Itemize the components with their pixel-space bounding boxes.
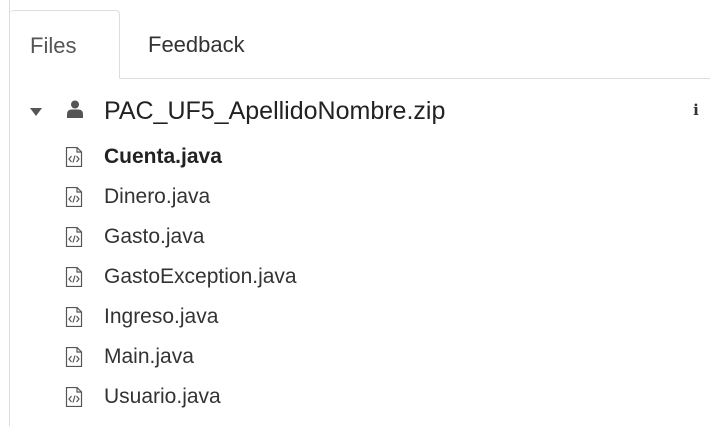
file-item-cuenta[interactable]: Cuenta.java	[0, 138, 710, 178]
tab-bar: Files Feedback	[10, 10, 710, 79]
code-file-icon	[65, 187, 83, 207]
file-item-ingreso[interactable]: Ingreso.java	[0, 298, 710, 338]
caret-down-icon[interactable]	[30, 108, 42, 116]
code-file-icon	[65, 387, 83, 407]
file-label[interactable]: Main.java	[104, 340, 194, 374]
file-tree: PAC_UF5_ApellidoNombre.zip i Cuenta.java…	[0, 78, 710, 426]
file-item-main[interactable]: Main.java	[0, 338, 710, 378]
tab-files[interactable]: Files	[10, 10, 120, 79]
file-label[interactable]: Cuenta.java	[104, 140, 222, 174]
code-file-icon	[65, 147, 83, 167]
file-label[interactable]: Dinero.java	[104, 180, 210, 214]
tree-root-row[interactable]: PAC_UF5_ApellidoNombre.zip i	[0, 92, 710, 132]
file-label[interactable]: Gasto.java	[104, 220, 204, 254]
file-item-gastoexception[interactable]: GastoException.java	[0, 258, 710, 298]
code-file-icon	[65, 347, 83, 367]
file-label[interactable]: Ingreso.java	[104, 300, 218, 334]
file-item-gasto[interactable]: Gasto.java	[0, 218, 710, 258]
file-item-usuario[interactable]: Usuario.java	[0, 378, 710, 418]
tree-root-label[interactable]: PAC_UF5_ApellidoNombre.zip	[104, 94, 445, 128]
file-label[interactable]: Usuario.java	[104, 380, 221, 414]
info-icon[interactable]: i	[689, 98, 703, 122]
code-file-icon	[65, 227, 83, 247]
file-item-dinero[interactable]: Dinero.java	[0, 178, 710, 218]
code-file-icon	[65, 307, 83, 327]
file-label[interactable]: GastoException.java	[104, 260, 297, 294]
user-icon	[67, 100, 83, 118]
tab-files-label: Files	[30, 33, 77, 58]
tab-feedback[interactable]: Feedback	[148, 10, 288, 78]
file-viewer: Files Feedback PAC_UF5_ApellidoNombre.zi…	[0, 0, 710, 426]
tab-feedback-label: Feedback	[148, 32, 245, 57]
code-file-icon	[65, 267, 83, 287]
